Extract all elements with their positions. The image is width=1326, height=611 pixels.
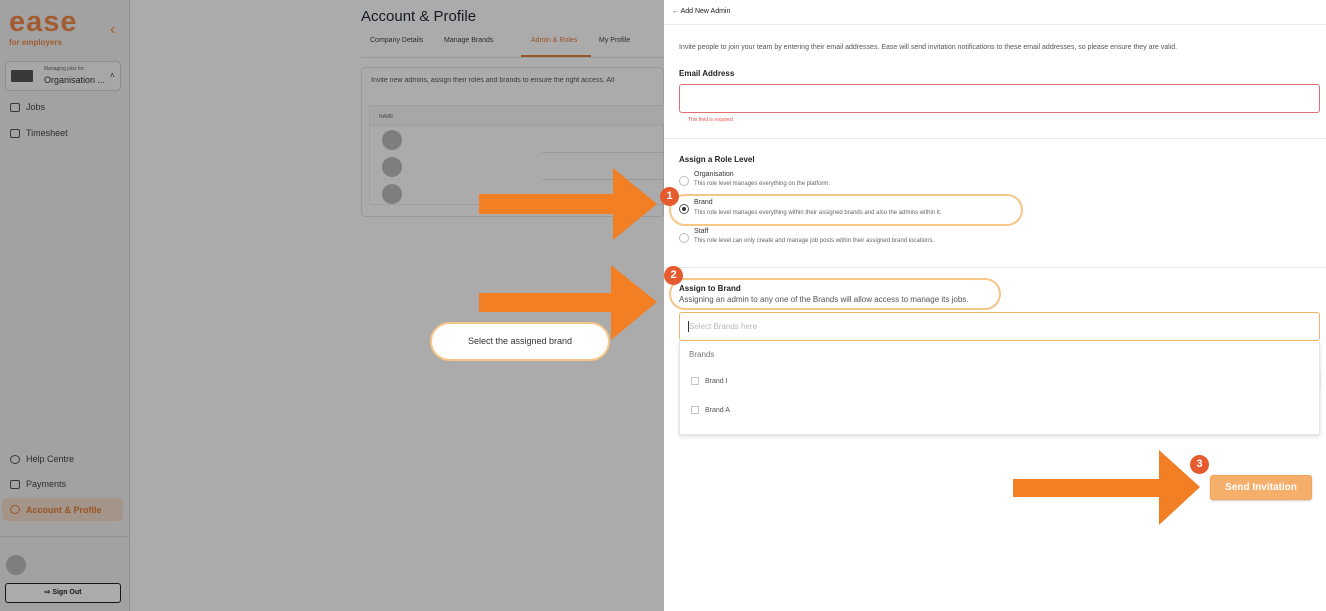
annotation-arrow-3 [1013, 450, 1200, 525]
brand-select-input[interactable]: Select Brands here [679, 312, 1320, 341]
panel-intro: Invite people to join your team by enter… [679, 44, 1178, 51]
brand-option-label: Brand I [705, 377, 728, 385]
email-field[interactable] [679, 84, 1320, 113]
role-radio-organisation[interactable] [679, 176, 689, 186]
role-desc-staff: This role level can only create and mana… [694, 238, 935, 244]
checkbox[interactable] [691, 377, 699, 385]
annotation-callout: Select the assigned brand [430, 322, 610, 361]
brand-option-brand-a[interactable]: Brand A [691, 406, 730, 414]
divider [664, 24, 1326, 25]
step-badge-1: 1 [660, 187, 679, 206]
step-badge-3: 3 [1190, 455, 1209, 474]
role-radio-staff[interactable] [679, 233, 689, 243]
divider [664, 267, 1326, 268]
brand-option-brand-i[interactable]: Brand I [691, 377, 728, 385]
send-invitation-button[interactable]: Send Invitation [1210, 475, 1312, 500]
role-level-label: Assign a Role Level [679, 155, 755, 164]
brand-placeholder: Select Brands here [689, 322, 758, 331]
checkbox[interactable] [691, 406, 699, 414]
brands-heading: Brands [689, 350, 715, 359]
email-label: Email Address [679, 69, 735, 78]
brand-option-label: Brand A [705, 406, 730, 414]
side-strip [1320, 370, 1326, 390]
step-badge-2: 2 [664, 266, 683, 285]
highlight-assign-brand [669, 278, 1001, 310]
divider [664, 138, 1326, 139]
email-error: This field is required [688, 117, 733, 123]
brand-dropdown-menu: Brands Brand I Brand A [679, 341, 1320, 435]
role-desc-organisation: This role level manages everything on th… [694, 181, 831, 187]
role-title-staff: Staff [694, 228, 709, 235]
add-admin-panel: ← Add New Admin Invite people to join yo… [664, 0, 1326, 611]
panel-header[interactable]: ← Add New Admin [672, 8, 730, 15]
panel-title: Add New Admin [680, 8, 731, 15]
arrow-left-icon[interactable]: ← [672, 8, 681, 15]
text-caret [688, 321, 689, 332]
annotation-arrow-1 [479, 168, 657, 240]
highlight-brand-role [669, 194, 1023, 226]
role-title-organisation: Organisation [694, 171, 734, 178]
